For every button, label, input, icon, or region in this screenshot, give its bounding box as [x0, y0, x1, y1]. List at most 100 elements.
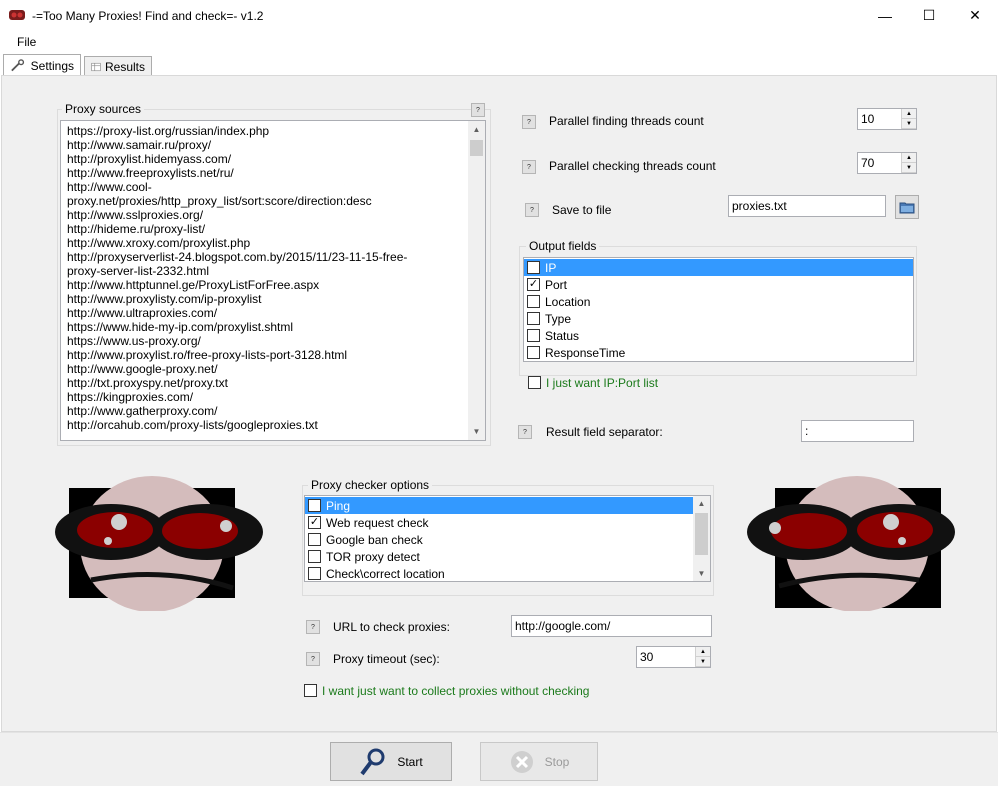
scroll-thumb[interactable] — [695, 513, 708, 555]
proxy-source-line: http://www.httptunnel.ge/ProxyListForFre… — [67, 278, 320, 292]
finding-threads-help-button[interactable]: ? — [522, 115, 536, 129]
tab-results[interactable]: Results — [84, 56, 152, 76]
checkbox-box[interactable] — [527, 329, 540, 342]
output-field-item[interactable]: ✓ Port — [524, 276, 913, 293]
checkbox-box[interactable]: ✓ — [527, 278, 540, 291]
checkbox-box[interactable] — [308, 550, 321, 563]
scroll-up-icon[interactable]: ▲ — [468, 121, 485, 138]
checkbox-box[interactable]: ✓ — [308, 516, 321, 529]
checker-option-item-label: Check\correct location — [326, 566, 445, 581]
checker-option-item[interactable]: Check\correct location — [305, 565, 694, 581]
proxy-source-line: http://proxyserverlist-24.blogspot.com.b… — [67, 250, 408, 264]
browse-folder-button[interactable] — [895, 195, 919, 219]
output-field-item[interactable]: Type — [524, 310, 913, 327]
proxy-source-line: http://www.google-proxy.net/ — [67, 362, 218, 376]
proxy-sources-help-button[interactable]: ? — [471, 103, 485, 117]
window-title: -=Too Many Proxies! Find and check=- v1.… — [32, 9, 264, 23]
spin-up-icon[interactable]: ▲ — [696, 647, 710, 657]
url-check-label: URL to check proxies: — [333, 620, 450, 634]
checking-threads-spinner[interactable]: 70 ▲ ▼ — [857, 152, 917, 174]
output-field-item[interactable]: ResponseTime — [524, 344, 913, 361]
checker-options-scrollbar[interactable]: ▲ ▼ — [693, 496, 710, 581]
proxy-source-line: proxy-server-list-2332.html — [67, 264, 210, 278]
menu-file[interactable]: File — [17, 35, 36, 49]
output-fields-list[interactable]: ✓ IP ✓ Port Location Type Status ResponseTime — [523, 257, 914, 362]
proxy-source-line: http://www.proxylisty.com/ip-proxylist — [67, 292, 262, 306]
checker-option-item[interactable]: Google ban check — [305, 531, 694, 548]
proxy-sources-lines: https://proxy-list.org/russian/index.php… — [61, 121, 469, 432]
checker-options-items: Ping ✓ Web request check Google ban check TO… — [305, 496, 694, 581]
checkbox-box[interactable] — [527, 346, 540, 359]
scroll-down-icon[interactable]: ▼ — [468, 423, 485, 440]
save-to-file-help-button[interactable]: ? — [525, 203, 539, 217]
checker-option-item[interactable]: Ping — [305, 497, 694, 514]
app-icon — [8, 8, 26, 22]
proxy-sources-scrollbar[interactable]: ▲ ▼ — [468, 121, 485, 440]
url-check-help-button[interactable]: ? — [306, 620, 320, 634]
output-field-item-label: Status — [545, 328, 580, 343]
scroll-up-icon[interactable]: ▲ — [693, 496, 710, 511]
checkbox-box[interactable] — [527, 295, 540, 308]
checking-threads-value[interactable]: 70 — [858, 153, 901, 173]
tab-results-label: Results — [104, 59, 145, 74]
checker-options-list[interactable]: Ping ✓ Web request check Google ban check TO… — [304, 495, 711, 582]
url-check-input[interactable]: http://google.com/ — [511, 615, 712, 637]
close-icon: ✕ — [969, 7, 981, 23]
checker-option-item-label: Google ban check — [326, 532, 423, 547]
output-field-item[interactable]: Status — [524, 327, 913, 344]
finding-threads-spinner[interactable]: 10 ▲ ▼ — [857, 108, 917, 130]
title-bar: -=Too Many Proxies! Find and check=- v1.… — [0, 0, 998, 32]
output-field-item-label: ResponseTime — [545, 345, 626, 360]
folder-icon — [899, 202, 915, 213]
timeout-value[interactable]: 30 — [637, 647, 695, 667]
checkbox-box[interactable] — [308, 499, 321, 512]
timeout-help-button[interactable]: ? — [306, 652, 320, 666]
separator-input[interactable]: : — [801, 420, 914, 442]
minimize-button[interactable]: — — [862, 0, 908, 31]
timeout-spinner[interactable]: 30 ▲ ▼ — [636, 646, 711, 668]
spin-down-icon[interactable]: ▼ — [902, 163, 916, 173]
spin-up-icon[interactable]: ▲ — [902, 109, 916, 119]
proxy-sources-textarea[interactable]: https://proxy-list.org/russian/index.php… — [60, 120, 486, 441]
checkbox-box[interactable] — [308, 567, 321, 580]
ip-port-only-checkbox[interactable]: I just want IP:Port list — [525, 374, 658, 391]
checker-option-item-label: Ping — [326, 498, 351, 513]
spin-down-icon[interactable]: ▼ — [696, 657, 710, 667]
mascot-right-image — [745, 476, 955, 612]
save-to-file-label: Save to file — [552, 203, 612, 217]
mascot-left-image — [55, 476, 265, 612]
checkbox-box[interactable] — [304, 684, 317, 697]
close-button[interactable]: ✕ — [952, 0, 998, 31]
checkbox-box[interactable] — [527, 312, 540, 325]
output-field-item[interactable]: Location — [524, 293, 913, 310]
tab-settings[interactable]: Settings — [3, 54, 81, 76]
menu-bar: File — [0, 32, 998, 54]
proxy-source-line: http://www.freeproxylists.net/ru/ — [67, 166, 234, 180]
proxy-source-line: http://proxylist.hidemyass.com/ — [67, 152, 232, 166]
proxy-source-line: proxy.net/proxies/http_proxy_list/sort:s… — [67, 194, 372, 208]
separator-help-button[interactable]: ? — [518, 425, 532, 439]
spin-down-icon[interactable]: ▼ — [902, 119, 916, 129]
finding-threads-value[interactable]: 10 — [858, 109, 901, 129]
settings-panel: Proxy sources ? https://proxy-list.org/r… — [1, 75, 997, 732]
checkbox-box[interactable]: ✓ — [527, 261, 540, 274]
output-field-item[interactable]: ✓ IP — [524, 259, 913, 276]
maximize-button[interactable]: ☐ — [906, 0, 952, 31]
bottom-bar: Start Stop — [0, 732, 998, 786]
collect-only-checkbox[interactable]: I want just want to collect proxies with… — [301, 682, 589, 699]
checkbox-box[interactable] — [528, 376, 541, 389]
checking-threads-help-button[interactable]: ? — [522, 160, 536, 174]
checker-option-item[interactable]: TOR proxy detect — [305, 548, 694, 565]
save-to-file-input[interactable]: proxies.txt — [728, 195, 886, 217]
proxy-source-line: https://www.us-proxy.org/ — [67, 334, 201, 348]
stop-button[interactable]: Stop — [480, 742, 598, 781]
spin-up-icon[interactable]: ▲ — [902, 153, 916, 163]
start-button[interactable]: Start — [330, 742, 452, 781]
output-field-item-label: Location — [545, 294, 591, 309]
checkbox-box[interactable] — [308, 533, 321, 546]
scroll-thumb[interactable] — [470, 140, 483, 156]
proxy-source-line: http://www.gatherproxy.com/ — [67, 404, 218, 418]
separator-label: Result field separator: — [546, 425, 663, 439]
checker-option-item[interactable]: ✓ Web request check — [305, 514, 694, 531]
scroll-down-icon[interactable]: ▼ — [693, 566, 710, 581]
